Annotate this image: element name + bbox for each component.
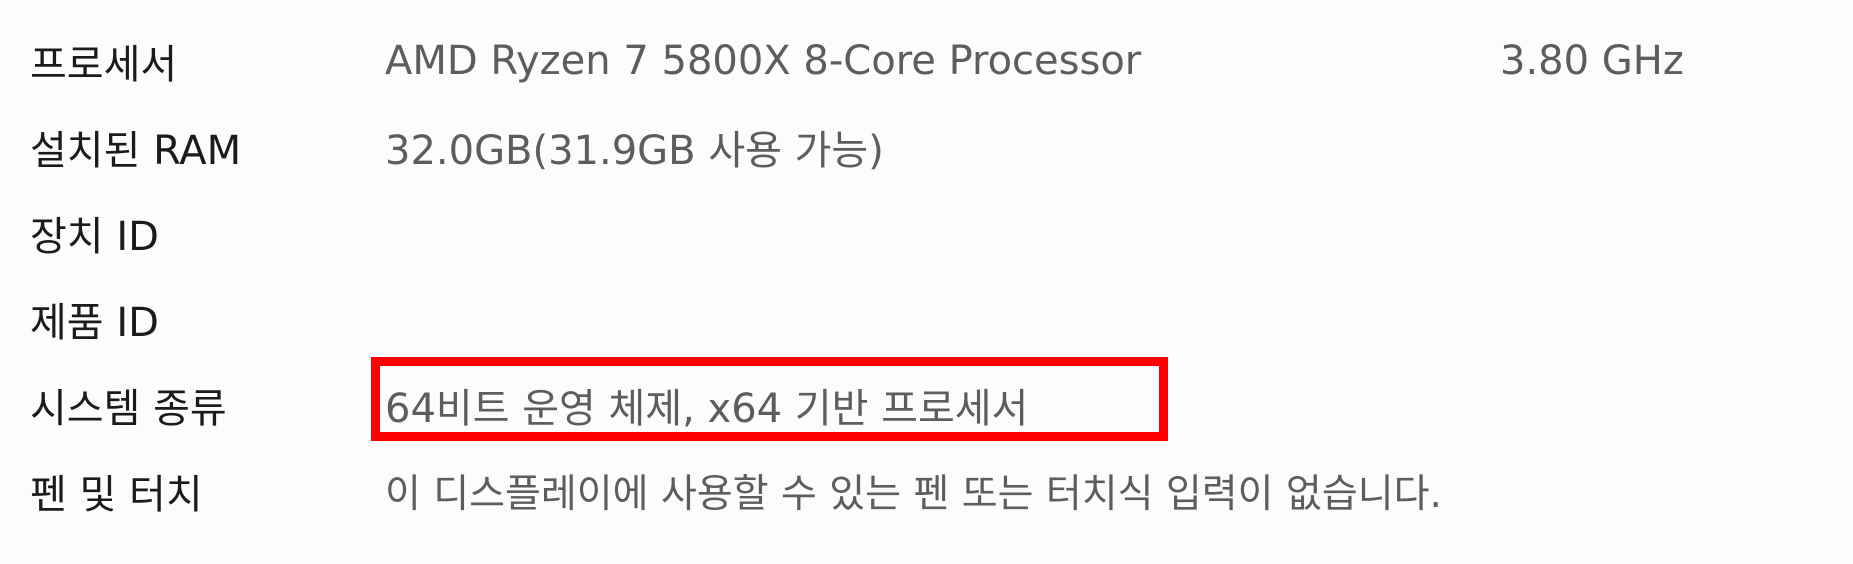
spec-row-installed-ram: 설치된 RAM 32.0GB(31.9GB 사용 가능) xyxy=(30,104,1830,190)
spec-value-pen-touch: 이 디스플레이에 사용할 수 있는 펜 또는 터치식 입력이 없습니다. xyxy=(385,472,1442,517)
spec-value-processor-speed: 3.80 GHz xyxy=(1500,38,1684,84)
spec-label-system-type: 시스템 종류 xyxy=(30,386,227,432)
spec-label-pen-touch: 펜 및 터치 xyxy=(30,472,203,518)
spec-row-pen-touch: 펜 및 터치 이 디스플레이에 사용할 수 있는 펜 또는 터치식 입력이 없습… xyxy=(30,448,1830,534)
spec-row-system-type: 시스템 종류 64비트 운영 체제, x64 기반 프로세서 xyxy=(30,357,1830,448)
spec-row-product-id: 제품 ID xyxy=(30,276,1830,362)
spec-row-device-id: 장치 ID xyxy=(30,190,1830,276)
device-specifications: 프로세서 AMD Ryzen 7 5800X 8-Core Processor … xyxy=(30,18,1830,534)
spec-row-processor: 프로세서 AMD Ryzen 7 5800X 8-Core Processor … xyxy=(30,18,1830,104)
spec-value-processor: AMD Ryzen 7 5800X 8-Core Processor xyxy=(385,38,1142,84)
spec-label-processor: 프로세서 xyxy=(30,42,178,88)
system-type-highlight-box xyxy=(371,357,1168,441)
spec-label-installed-ram: 설치된 RAM xyxy=(30,128,242,174)
spec-label-product-id: 제품 ID xyxy=(30,300,159,346)
spec-value-installed-ram: 32.0GB(31.9GB 사용 가능) xyxy=(385,128,884,174)
spec-label-device-id: 장치 ID xyxy=(30,214,159,260)
